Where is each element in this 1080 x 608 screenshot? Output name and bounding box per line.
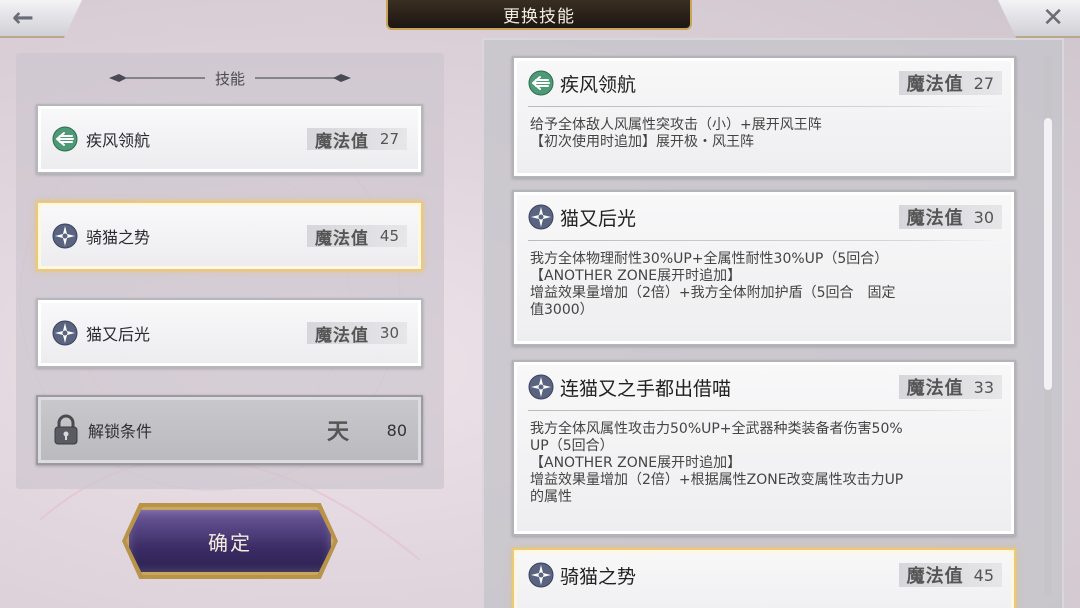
mana-value: 45: [973, 565, 994, 585]
mana-value: 30: [379, 324, 399, 342]
skill-card-name: 连猫又之手都出借喵: [560, 377, 732, 400]
skill-slot-1[interactable]: 疾风领航 魔法值 27: [36, 104, 423, 174]
wind-arrow-icon: [528, 70, 554, 96]
description-line: 增益效果量增加（2倍）+根据属性ZONE改变属性攻击力UP: [530, 472, 904, 488]
back-button[interactable]: ←: [0, 0, 82, 38]
description-line: 【ANOTHER ZONE展开时追加】: [530, 268, 742, 284]
skill-card-name: 骑猫之势: [560, 565, 637, 588]
skill-list-panel[interactable]: 疾风领航 魔法值 27 给予全体敌人风属性突攻击（小）+展开风王阵 【初次使用时…: [482, 38, 1064, 608]
unlock-condition-label: 解锁条件: [88, 422, 153, 441]
skill-card-name: 疾风领航: [560, 73, 637, 96]
divider: [528, 410, 1002, 411]
unlock-value: 80: [386, 420, 407, 440]
mana-label: 魔法值: [906, 566, 964, 587]
mana-cost: 魔法值 45: [898, 563, 1002, 587]
confirm-button[interactable]: 确定: [126, 507, 334, 575]
description-line: UP（5回合）: [530, 438, 614, 454]
mana-value: 27: [973, 73, 994, 93]
description-line: 增益效果量增加（2倍）+我方全体附加护盾（5回合 固定: [530, 285, 896, 301]
description-line: 给予全体敌人风属性突攻击（小）+展开风王阵: [530, 117, 822, 133]
close-icon: ✕: [1042, 3, 1064, 33]
skills-header: 技能: [16, 67, 444, 89]
locked-skill-slot[interactable]: 解锁条件 天 80: [36, 395, 423, 465]
ornament-right-icon: [255, 74, 351, 82]
mana-value: 27: [379, 130, 399, 148]
wind-arrow-icon: [52, 126, 78, 152]
mana-label: 魔法值: [315, 325, 369, 346]
mana-label: 魔法值: [906, 74, 964, 95]
skills-header-label: 技能: [214, 69, 245, 88]
close-button[interactable]: ✕: [998, 0, 1080, 38]
mana-cost: 魔法值 33: [898, 375, 1002, 399]
mana-value: 33: [973, 377, 994, 397]
skill-description: 我方全体物理耐性30%UP+全属性耐性30%UP（5回合） 【ANOTHER Z…: [528, 251, 1002, 319]
skill-slot-2[interactable]: 骑猫之势 魔法值 45: [36, 201, 423, 271]
compass-star-icon: [52, 223, 78, 249]
skill-slot-name: 猫又后光: [86, 325, 151, 344]
compass-star-icon: [52, 320, 78, 346]
description-line: 我方全体物理耐性30%UP+全属性耐性30%UP（5回合）: [530, 251, 889, 267]
ornament-left-icon: [108, 74, 205, 82]
compass-star-icon: [528, 204, 554, 230]
description-line: 值3000）: [530, 302, 594, 318]
mana-label: 魔法值: [315, 131, 369, 152]
divider: [528, 240, 1002, 241]
mana-cost: 魔法值 30: [307, 322, 407, 346]
description-line: 我方全体风属性攻击力50%UP+全武器种类装备者伤害50%: [530, 421, 903, 437]
skill-card-4[interactable]: 骑猫之势 魔法值 45: [512, 548, 1016, 608]
skill-card-2[interactable]: 猫又后光 魔法值 30 我方全体物理耐性30%UP+全属性耐性30%UP（5回合…: [512, 190, 1016, 346]
mana-cost: 魔法值 27: [898, 71, 1002, 95]
skill-card-3[interactable]: 连猫又之手都出借喵 魔法值 33 我方全体风属性攻击力50%UP+全武器种类装备…: [512, 360, 1016, 536]
back-arrow-icon: ←: [12, 3, 34, 33]
description-line: 【ANOTHER ZONE展开时追加】: [530, 455, 742, 471]
skill-slot-name: 骑猫之势: [86, 228, 151, 247]
compass-star-icon: [528, 562, 554, 588]
mana-value: 30: [973, 207, 994, 227]
scrollbar-thumb[interactable]: [1044, 118, 1052, 390]
skill-card-1[interactable]: 疾风领航 魔法值 27 给予全体敌人风属性突攻击（小）+展开风王阵 【初次使用时…: [512, 56, 1016, 178]
lock-icon: [54, 414, 78, 445]
description-line: 【初次使用时追加】展开极・风王阵: [530, 134, 754, 150]
rank-heaven-icon: 天: [326, 420, 349, 445]
compass-star-icon: [528, 374, 554, 400]
page-title: 更换技能: [386, 0, 692, 30]
description-line: 的属性: [530, 489, 572, 505]
skill-slot-3[interactable]: 猫又后光 魔法值 30: [36, 298, 423, 368]
skill-description: 我方全体风属性攻击力50%UP+全武器种类装备者伤害50% UP（5回合） 【A…: [528, 421, 1002, 506]
mana-cost: 魔法值 30: [898, 205, 1002, 229]
skill-slot-name: 疾风领航: [86, 131, 151, 150]
skill-card-name: 猫又后光: [560, 207, 637, 230]
scrollbar[interactable]: [1044, 56, 1052, 596]
mana-label: 魔法值: [315, 228, 369, 249]
divider: [528, 106, 1002, 107]
mana-label: 魔法值: [906, 208, 964, 229]
mana-cost: 魔法值 45: [307, 225, 407, 249]
mana-label: 魔法值: [906, 378, 964, 399]
mana-value: 45: [379, 227, 399, 245]
mana-cost: 魔法值 27: [307, 128, 407, 152]
skill-description: 给予全体敌人风属性突攻击（小）+展开风王阵 【初次使用时追加】展开极・风王阵: [528, 117, 1002, 151]
